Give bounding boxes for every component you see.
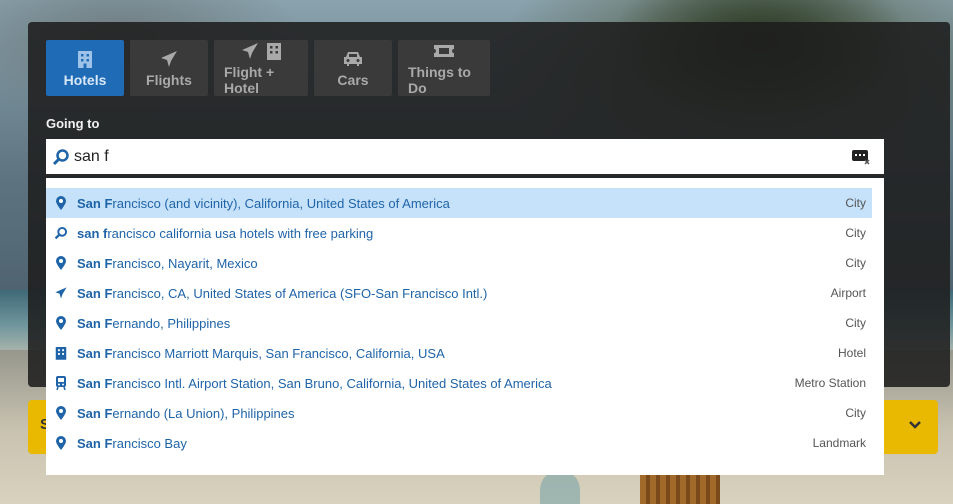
car-icon <box>342 48 364 70</box>
plane-icon <box>52 284 70 302</box>
suggestion-text: ernando, Philippines <box>112 315 231 331</box>
suggestion-match: San F <box>77 405 113 421</box>
destination-field[interactable] <box>46 139 884 176</box>
suggestion-type: City <box>845 226 866 240</box>
suggestion-item[interactable]: San Fernando (La Union), Philippines Cit… <box>46 398 872 428</box>
suggestion-item[interactable]: San Francisco, CA, United States of Amer… <box>46 278 872 308</box>
suggestion-type: Landmark <box>812 436 866 450</box>
suggestion-item[interactable]: San Francisco Intl. Airport Station, San… <box>46 368 872 398</box>
destination-input[interactable] <box>74 147 814 166</box>
suggestion-type: Hotel <box>837 346 866 360</box>
hotel-icon <box>52 344 70 362</box>
suggestion-type: City <box>845 316 866 330</box>
train-icon <box>52 374 70 392</box>
suggestion-text: rancisco Bay <box>112 435 187 451</box>
suggestion-text: rancisco california usa hotels with free… <box>107 225 374 241</box>
tab-label: Things to Do <box>408 64 471 96</box>
suggestion-text: ernando (La Union), Philippines <box>112 405 295 421</box>
suggestion-type: City <box>845 406 866 420</box>
search-icon <box>52 147 72 167</box>
suggestion-type: Airport <box>830 286 866 300</box>
suggestion-match: San F <box>77 345 113 361</box>
tab-label: Cars <box>337 72 369 88</box>
suggestion-match: San F <box>77 315 113 331</box>
going-to-label: Going to <box>46 116 100 131</box>
suggestion-text: rancisco, Nayarit, Mexico <box>112 255 258 271</box>
suggestion-item[interactable]: San Fernando, Philippines City <box>46 308 872 338</box>
chevron-down-icon[interactable] <box>908 418 922 437</box>
map-pin-icon <box>52 254 70 272</box>
suggestion-item[interactable]: San Francisco, Nayarit, Mexico City <box>46 248 872 278</box>
tab-flight-hotel[interactable]: Flight + Hotel <box>214 40 308 96</box>
suggestion-match: san f <box>77 225 108 241</box>
search-icon <box>52 224 70 242</box>
suggestion-match: San F <box>77 255 113 271</box>
suggestion-match: San F <box>77 435 113 451</box>
tab-label: Flights <box>146 72 192 88</box>
keyboard-icon[interactable] <box>852 149 870 170</box>
suggestion-text: rancisco (and vicinity), California, Uni… <box>112 195 450 211</box>
tab-things-to-do[interactable]: Things to Do <box>398 40 490 96</box>
tab-hotels[interactable]: Hotels <box>46 40 124 96</box>
map-pin-icon <box>52 404 70 422</box>
suggestion-match: San F <box>77 285 113 301</box>
suggestion-item[interactable]: San Francisco (and vicinity), California… <box>46 188 872 218</box>
suggestion-type: City <box>845 256 866 270</box>
map-pin-icon <box>52 314 70 332</box>
suggestion-item[interactable]: San Francisco Bay Landmark <box>46 428 872 458</box>
suggestion-text: rancisco Marriott Marquis, San Francisco… <box>112 345 445 361</box>
suggestion-dropdown: San Francisco (and vicinity), California… <box>46 178 884 475</box>
hotel-icon <box>77 48 93 70</box>
suggestion-type: Metro Station <box>794 376 866 390</box>
product-tabs: Hotels Flights Flight + Hotel Cars Thing… <box>46 40 490 96</box>
suggestion-text: rancisco, CA, United States of America (… <box>112 285 488 301</box>
suggestion-text: rancisco Intl. Airport Station, San Brun… <box>112 375 552 391</box>
tab-cars[interactable]: Cars <box>314 40 392 96</box>
ticket-icon <box>433 40 455 62</box>
plane-hotel-icon <box>240 40 282 62</box>
beach-umbrella <box>540 470 580 504</box>
map-pin-icon <box>52 434 70 452</box>
plane-icon <box>159 48 179 70</box>
map-pin-icon <box>52 194 70 212</box>
suggestion-match: San F <box>77 375 113 391</box>
tab-label: Hotels <box>63 72 107 88</box>
suggestion-item[interactable]: san francisco california usa hotels with… <box>46 218 872 248</box>
beach-chair <box>640 470 720 504</box>
suggestion-type: City <box>845 196 866 210</box>
suggestion-match: San F <box>77 195 113 211</box>
suggestion-item[interactable]: San Francisco Marriott Marquis, San Fran… <box>46 338 872 368</box>
tab-flights[interactable]: Flights <box>130 40 208 96</box>
tab-label: Flight + Hotel <box>224 64 275 96</box>
